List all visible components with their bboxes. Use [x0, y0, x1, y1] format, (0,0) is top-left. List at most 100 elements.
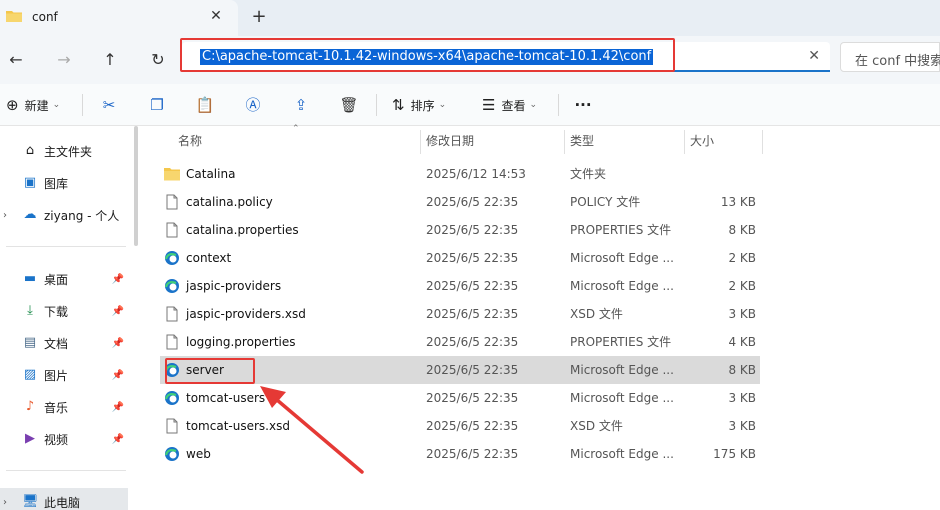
- column-header-size[interactable]: 大小: [690, 126, 714, 156]
- sidebar-item-onedrive[interactable]: › ☁ ziyang - 个人: [0, 201, 128, 229]
- file-name[interactable]: catalina.properties: [186, 216, 299, 244]
- navigation-pane: ⌂ 主文件夹 ▣ 图库 › ☁ ziyang - 个人 ▬ 桌面 📌 ⤓ 下载 …: [0, 126, 140, 510]
- edge-icon: [164, 391, 179, 405]
- forward-arrow-icon[interactable]: →: [52, 48, 76, 72]
- new-label: 新建: [24, 98, 49, 113]
- sidebar-item-downloads[interactable]: ⤓ 下载 📌: [0, 297, 128, 325]
- edge-icon: [164, 447, 179, 461]
- sidebar-item-home[interactable]: ⌂ 主文件夹: [0, 137, 128, 165]
- pin-icon: 📌: [111, 337, 124, 349]
- sidebar-item-label: 图片: [44, 368, 69, 383]
- new-button[interactable]: ⊕ 新建 ⌄: [6, 94, 60, 116]
- column-header-date[interactable]: 修改日期: [426, 126, 474, 156]
- sidebar-scrollbar[interactable]: [134, 126, 138, 246]
- file-name[interactable]: jaspic-providers.xsd: [186, 300, 306, 328]
- file-type: Microsoft Edge ...: [570, 279, 674, 293]
- table-row[interactable]: logging.properties 2025/6/5 22:35 PROPERTI…: [160, 328, 760, 356]
- refresh-icon[interactable]: ↻: [146, 48, 170, 72]
- pin-icon: 📌: [111, 401, 124, 413]
- pin-icon: 📌: [111, 369, 124, 381]
- annotation-box-address: [180, 38, 675, 72]
- file-date: 2025/6/5 22:35: [426, 419, 519, 433]
- file-date: 2025/6/5 22:35: [426, 447, 519, 461]
- paste-icon[interactable]: 📋: [194, 94, 216, 116]
- download-icon: ⤓: [27, 303, 33, 318]
- folder-icon: [164, 168, 180, 181]
- annotation-box-server: [165, 358, 255, 384]
- close-icon[interactable]: ✕: [208, 8, 224, 24]
- delete-icon[interactable]: 🗑: [338, 94, 360, 116]
- file-name[interactable]: context: [186, 244, 231, 272]
- column-divider[interactable]: [762, 130, 763, 154]
- sidebar-item-desktop[interactable]: ▬ 桌面 📌: [0, 265, 128, 293]
- file-type: Microsoft Edge ...: [570, 447, 674, 461]
- clear-icon[interactable]: ✕: [808, 48, 820, 64]
- up-arrow-icon[interactable]: ↑: [98, 48, 122, 72]
- tab-bar: conf ✕ +: [0, 0, 940, 36]
- file-name[interactable]: jaspic-providers: [186, 272, 281, 300]
- file-size: 8 KB: [728, 223, 756, 237]
- file-date: 2025/6/12 14:53: [426, 167, 526, 181]
- file-icon: [166, 222, 178, 238]
- videos-icon: ▶: [25, 431, 35, 446]
- file-size: 13 KB: [720, 195, 756, 209]
- column-divider[interactable]: [564, 130, 565, 154]
- tab-conf[interactable]: conf ✕: [0, 0, 238, 36]
- chevron-down-icon: ⌄: [529, 100, 538, 110]
- column-divider[interactable]: [420, 130, 421, 154]
- chevron-down-icon: ⌄: [438, 100, 447, 110]
- table-row[interactable]: catalina.policy 2025/6/5 22:35 POLICY 文件 13…: [160, 188, 760, 216]
- pin-icon: 📌: [111, 433, 124, 445]
- sidebar-item-music[interactable]: ♪ 音乐 📌: [0, 393, 128, 421]
- back-arrow-icon[interactable]: ←: [4, 48, 28, 72]
- annotation-arrow: [260, 386, 364, 474]
- copy-icon[interactable]: ❐: [146, 94, 168, 116]
- sidebar-item-videos[interactable]: ▶ 视频 📌: [0, 425, 128, 453]
- edge-icon: [164, 279, 179, 293]
- search-box[interactable]: 在 conf 中搜索: [840, 42, 940, 72]
- file-date: 2025/6/5 22:35: [426, 223, 519, 237]
- file-size: 2 KB: [728, 279, 756, 293]
- chevron-right-icon[interactable]: ›: [3, 210, 7, 221]
- view-button[interactable]: ☰ 查看 ⌄: [482, 94, 537, 116]
- table-row[interactable]: jaspic-providers 2025/6/5 22:35 Microsoft …: [160, 272, 760, 300]
- file-name[interactable]: logging.properties: [186, 328, 296, 356]
- sidebar-item-label: 文档: [44, 336, 69, 351]
- file-date: 2025/6/5 22:35: [426, 391, 519, 405]
- sidebar-item-gallery[interactable]: ▣ 图库: [0, 169, 128, 197]
- this-pc-icon: 🖥: [22, 494, 39, 509]
- chevron-right-icon[interactable]: ›: [3, 497, 7, 508]
- divider: [376, 94, 377, 116]
- sidebar-item-documents[interactable]: ▤ 文档 📌: [0, 329, 128, 357]
- file-name[interactable]: catalina.policy: [186, 188, 273, 216]
- sort-up-caret-icon: ⌃: [292, 124, 300, 134]
- file-type: PROPERTIES 文件: [570, 335, 672, 349]
- sidebar-item-label: ziyang - 个人: [44, 208, 120, 223]
- table-row[interactable]: catalina.properties 2025/6/5 22:35 PROPERT…: [160, 216, 760, 244]
- column-header-type[interactable]: 类型: [570, 126, 594, 156]
- table-row[interactable]: jaspic-providers.xsd 2025/6/5 22:35 XSD 文件…: [160, 300, 760, 328]
- pictures-icon: ▨: [23, 367, 37, 382]
- sidebar-item-pictures[interactable]: ▨ 图片 📌: [0, 361, 128, 389]
- column-divider[interactable]: [684, 130, 685, 154]
- file-type: XSD 文件: [570, 419, 623, 433]
- share-icon[interactable]: ⇪: [290, 94, 312, 116]
- cut-icon[interactable]: ✂: [98, 94, 120, 116]
- table-row[interactable]: Catalina 2025/6/12 14:53 文件夹: [160, 160, 760, 188]
- table-row[interactable]: context 2025/6/5 22:35 Microsoft Edge ... 2…: [160, 244, 760, 272]
- file-icon: [166, 334, 178, 350]
- new-tab-button[interactable]: +: [250, 8, 268, 26]
- sidebar-item-this-pc[interactable]: › 🖥 此电脑: [0, 488, 128, 510]
- divider: [82, 94, 83, 116]
- edge-icon: [164, 251, 179, 265]
- more-options-icon[interactable]: ···: [572, 94, 594, 116]
- file-name[interactable]: web: [186, 440, 211, 468]
- file-name[interactable]: Catalina: [186, 160, 235, 188]
- file-date: 2025/6/5 22:35: [426, 335, 519, 349]
- search-input[interactable]: 在 conf 中搜索: [855, 50, 940, 69]
- view-list-icon: ☰: [482, 96, 496, 114]
- rename-icon[interactable]: Ⓐ: [242, 94, 264, 116]
- column-header-name[interactable]: 名称: [178, 126, 202, 156]
- sort-button[interactable]: ⇅ 排序 ⌄: [392, 94, 446, 116]
- sidebar-item-label: 主文件夹: [44, 144, 93, 159]
